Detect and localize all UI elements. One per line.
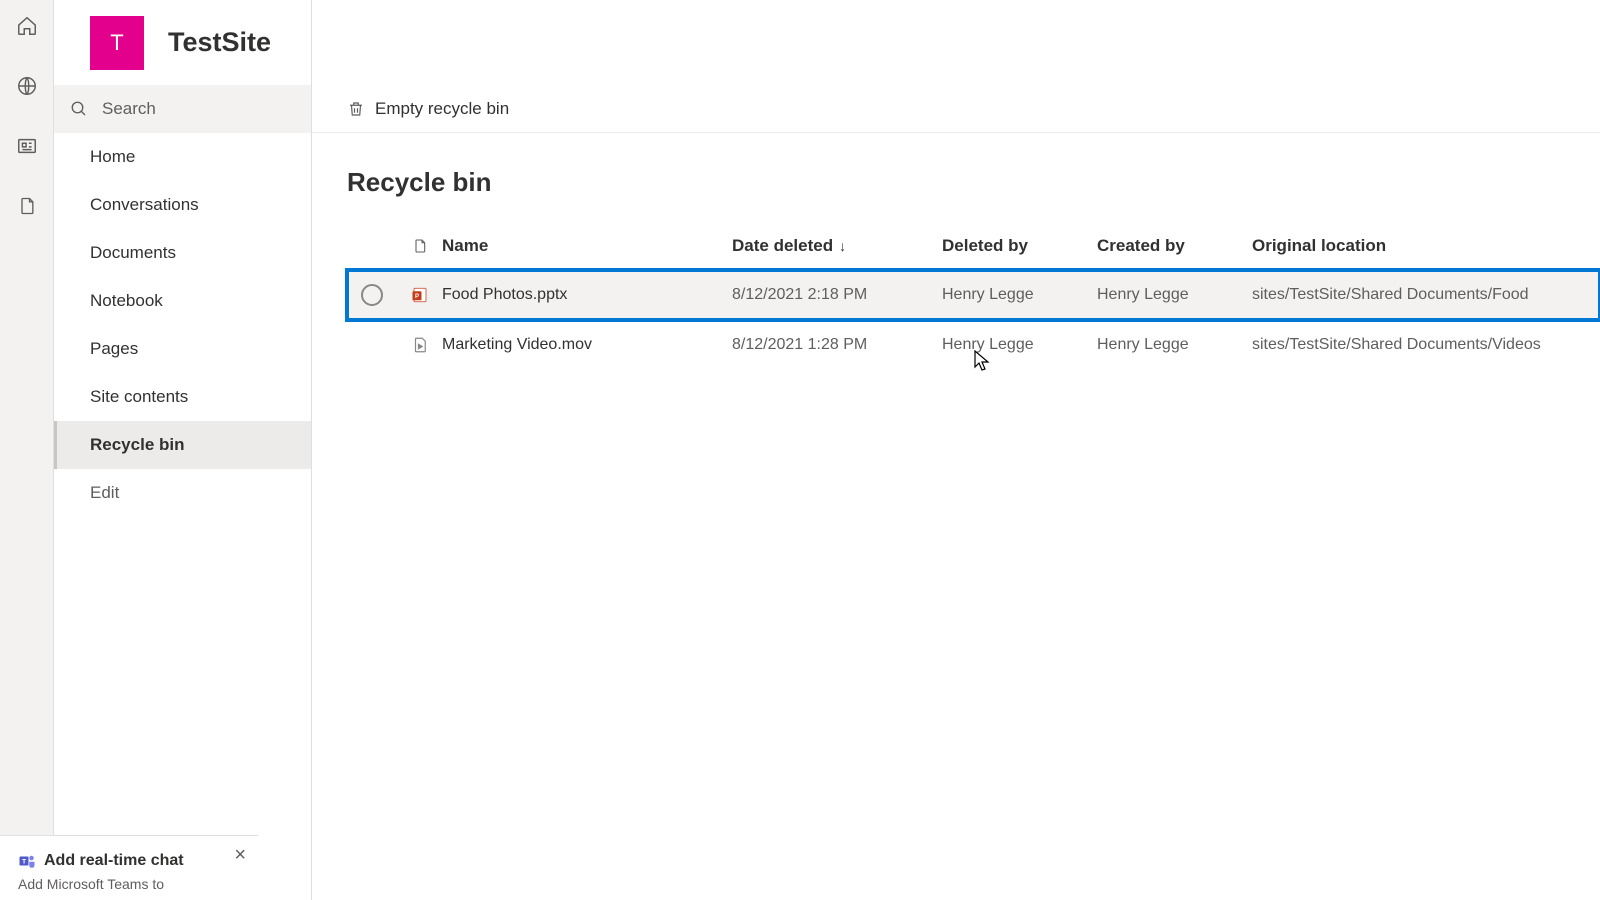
file-type-icon: P xyxy=(397,284,442,306)
teams-callout-title: T Add real-time chat xyxy=(18,852,240,870)
row-select[interactable] xyxy=(347,284,397,306)
page-title: Recycle bin xyxy=(312,133,1600,222)
column-original-location[interactable]: Original location xyxy=(1252,236,1600,256)
news-icon[interactable] xyxy=(15,134,39,158)
nav-recycle-bin[interactable]: Recycle bin xyxy=(54,421,311,469)
teams-icon: T xyxy=(18,852,36,870)
site-logo[interactable]: T xyxy=(90,16,144,70)
search-icon xyxy=(70,100,88,118)
site-nav: Home Conversations Documents Notebook Pa… xyxy=(54,133,311,517)
video-icon xyxy=(411,334,429,356)
recycle-bin-table: Name Date deleted↓ Deleted by Created by… xyxy=(312,222,1600,370)
sort-descending-icon: ↓ xyxy=(839,238,846,254)
table-header: Name Date deleted↓ Deleted by Created by… xyxy=(347,222,1600,270)
nav-site-contents[interactable]: Site contents xyxy=(54,373,311,421)
empty-recycle-bin-button[interactable]: Empty recycle bin xyxy=(347,99,509,119)
nav-conversations[interactable]: Conversations xyxy=(54,181,311,229)
site-header: T TestSite xyxy=(54,0,311,85)
files-icon[interactable] xyxy=(15,194,39,218)
command-bar: Empty recycle bin xyxy=(312,85,1600,133)
nav-edit[interactable]: Edit xyxy=(54,469,311,517)
date-deleted: 8/12/2021 1:28 PM xyxy=(732,336,942,354)
deleted-by: Henry Legge xyxy=(942,286,1097,304)
pptx-icon: P xyxy=(411,284,429,306)
home-icon[interactable] xyxy=(15,14,39,38)
globe-icon[interactable] xyxy=(15,74,39,98)
created-by: Henry Legge xyxy=(1097,336,1252,354)
search-input[interactable]: Search xyxy=(54,85,311,133)
left-panel: T TestSite Search Home Conversations Doc… xyxy=(54,0,312,900)
created-by: Henry Legge xyxy=(1097,286,1252,304)
column-date-deleted[interactable]: Date deleted↓ xyxy=(732,236,942,256)
table-row[interactable]: Marketing Video.mov 8/12/2021 1:28 PM He… xyxy=(347,320,1600,370)
close-icon[interactable]: × xyxy=(234,844,246,867)
trash-icon xyxy=(347,99,365,119)
teams-callout: × T Add real-time chat Add Microsoft Tea… xyxy=(0,835,258,900)
teams-callout-subtitle: Add Microsoft Teams to xyxy=(18,876,240,892)
site-title: TestSite xyxy=(168,27,271,58)
file-name: Food Photos.pptx xyxy=(442,286,732,304)
nav-documents[interactable]: Documents xyxy=(54,229,311,277)
nav-pages[interactable]: Pages xyxy=(54,325,311,373)
column-deleted-by[interactable]: Deleted by xyxy=(942,236,1097,256)
app-rail xyxy=(0,0,54,900)
svg-text:P: P xyxy=(414,294,418,300)
main-content: Empty recycle bin Recycle bin Name Date … xyxy=(312,0,1600,900)
empty-recycle-bin-label: Empty recycle bin xyxy=(375,99,509,119)
file-name: Marketing Video.mov xyxy=(442,336,732,354)
original-location: sites/TestSite/Shared Documents/Food xyxy=(1252,286,1600,304)
column-created-by[interactable]: Created by xyxy=(1097,236,1252,256)
nav-home[interactable]: Home xyxy=(54,133,311,181)
column-type-icon[interactable] xyxy=(397,236,442,256)
table-row[interactable]: P Food Photos.pptx 8/12/2021 2:18 PM Hen… xyxy=(347,270,1600,320)
document-icon xyxy=(412,236,428,256)
original-location: sites/TestSite/Shared Documents/Videos xyxy=(1252,336,1600,354)
deleted-by: Henry Legge xyxy=(942,336,1097,354)
nav-notebook[interactable]: Notebook xyxy=(54,277,311,325)
column-name[interactable]: Name xyxy=(442,236,732,256)
search-placeholder: Search xyxy=(102,99,156,119)
file-type-icon xyxy=(397,334,442,356)
date-deleted: 8/12/2021 2:18 PM xyxy=(732,286,942,304)
